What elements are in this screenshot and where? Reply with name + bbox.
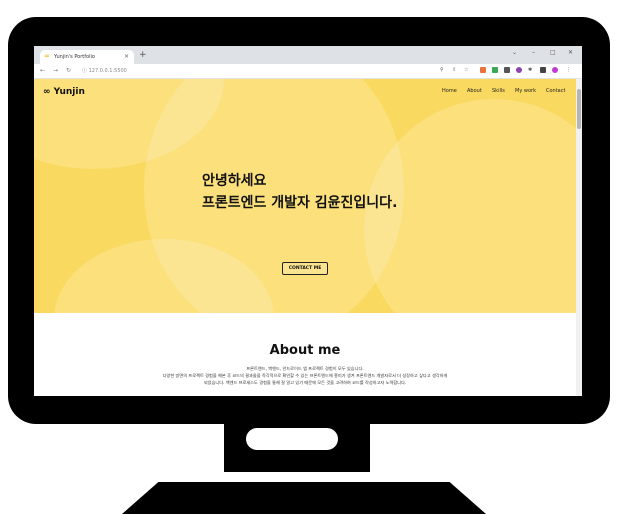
share-icon[interactable]: ⇪ bbox=[452, 66, 456, 75]
extension-orange-icon[interactable] bbox=[480, 67, 486, 73]
back-arrow-icon[interactable]: ← bbox=[40, 66, 45, 75]
monitor-base bbox=[122, 482, 486, 514]
hero-section: ∞ Yunjin Home About Skills My work Conta… bbox=[34, 79, 576, 313]
nav-home[interactable]: Home bbox=[442, 88, 457, 94]
address-bar[interactable]: ⓘ 127.0.0.1:5500 bbox=[82, 67, 127, 74]
about-title: About me bbox=[269, 343, 341, 358]
browser-tab-strip: ∞ Yunjin's Portfolio × + ⌄ – □ ✕ bbox=[34, 46, 582, 64]
side-panel-icon[interactable] bbox=[540, 67, 546, 73]
extension-purple-icon[interactable] bbox=[516, 67, 522, 73]
nav-my-work[interactable]: My work bbox=[515, 88, 536, 94]
nav-skills[interactable]: Skills bbox=[492, 88, 505, 94]
zoom-icon[interactable]: ⚲ bbox=[440, 66, 444, 75]
nav-about[interactable]: About bbox=[467, 88, 482, 94]
tab-title: Yunjin's Portfolio bbox=[54, 54, 95, 60]
extension-green-icon[interactable] bbox=[492, 67, 498, 73]
reload-icon[interactable]: ↻ bbox=[66, 66, 71, 75]
extensions-puzzle-icon[interactable]: ✱ bbox=[528, 66, 532, 75]
hero-intro: 프론트엔드 개발자 김윤진입니다. bbox=[202, 195, 398, 211]
browser-toolbar: ← → ↻ ⓘ 127.0.0.1:5500 ⚲ ⇪ ☆ ✱ ⋮ bbox=[34, 64, 582, 79]
bookmark-star-icon[interactable]: ☆ bbox=[464, 66, 468, 75]
contact-me-button[interactable]: CONTACT ME bbox=[282, 262, 328, 275]
new-tab-icon[interactable]: + bbox=[139, 51, 147, 60]
site-logo[interactable]: ∞ Yunjin bbox=[43, 87, 85, 97]
browser-tab[interactable]: ∞ Yunjin's Portfolio × bbox=[40, 50, 134, 64]
nav-contact[interactable]: Contact bbox=[546, 88, 565, 94]
url-text: 127.0.0.1:5500 bbox=[88, 68, 127, 74]
tab-close-icon[interactable]: × bbox=[124, 53, 129, 60]
menu-kebab-icon[interactable]: ⋮ bbox=[566, 66, 571, 75]
hero-greeting: 안녕하세요 bbox=[202, 173, 267, 189]
web-page: ∞ Yunjin Home About Skills My work Conta… bbox=[34, 79, 576, 396]
tab-search-chevron-icon[interactable]: ⌄ bbox=[512, 49, 517, 56]
scrollbar-thumb[interactable] bbox=[577, 89, 581, 129]
monitor-neck-hole bbox=[246, 428, 338, 450]
about-text-line: 되었습니다. 백엔드 프로세스도 경험을 통해 잘 알고 있기 때문에 모든 것… bbox=[203, 380, 407, 385]
monitor-screen: ∞ Yunjin's Portfolio × + ⌄ – □ ✕ ← → ↻ ⓘ… bbox=[34, 46, 582, 396]
about-text-line: 다양한 방면의 프로젝트 경험을 해본 후 코드의 결과물을 즉각적으로 확인할… bbox=[162, 373, 448, 378]
minimize-icon[interactable]: – bbox=[532, 49, 535, 56]
profile-avatar-icon[interactable] bbox=[552, 67, 558, 73]
extension-grid-icon[interactable] bbox=[504, 67, 510, 73]
infinity-icon: ∞ bbox=[44, 52, 50, 60]
about-text-line: 프론트엔드, 백엔드, 안드로이드 앱 프로젝트 경험이 모두 있습니다. bbox=[246, 366, 364, 371]
window-close-icon[interactable]: ✕ bbox=[568, 49, 573, 56]
forward-arrow-icon[interactable]: → bbox=[53, 66, 58, 75]
maximize-icon[interactable]: □ bbox=[550, 49, 556, 56]
page-scrollbar[interactable] bbox=[576, 79, 582, 396]
